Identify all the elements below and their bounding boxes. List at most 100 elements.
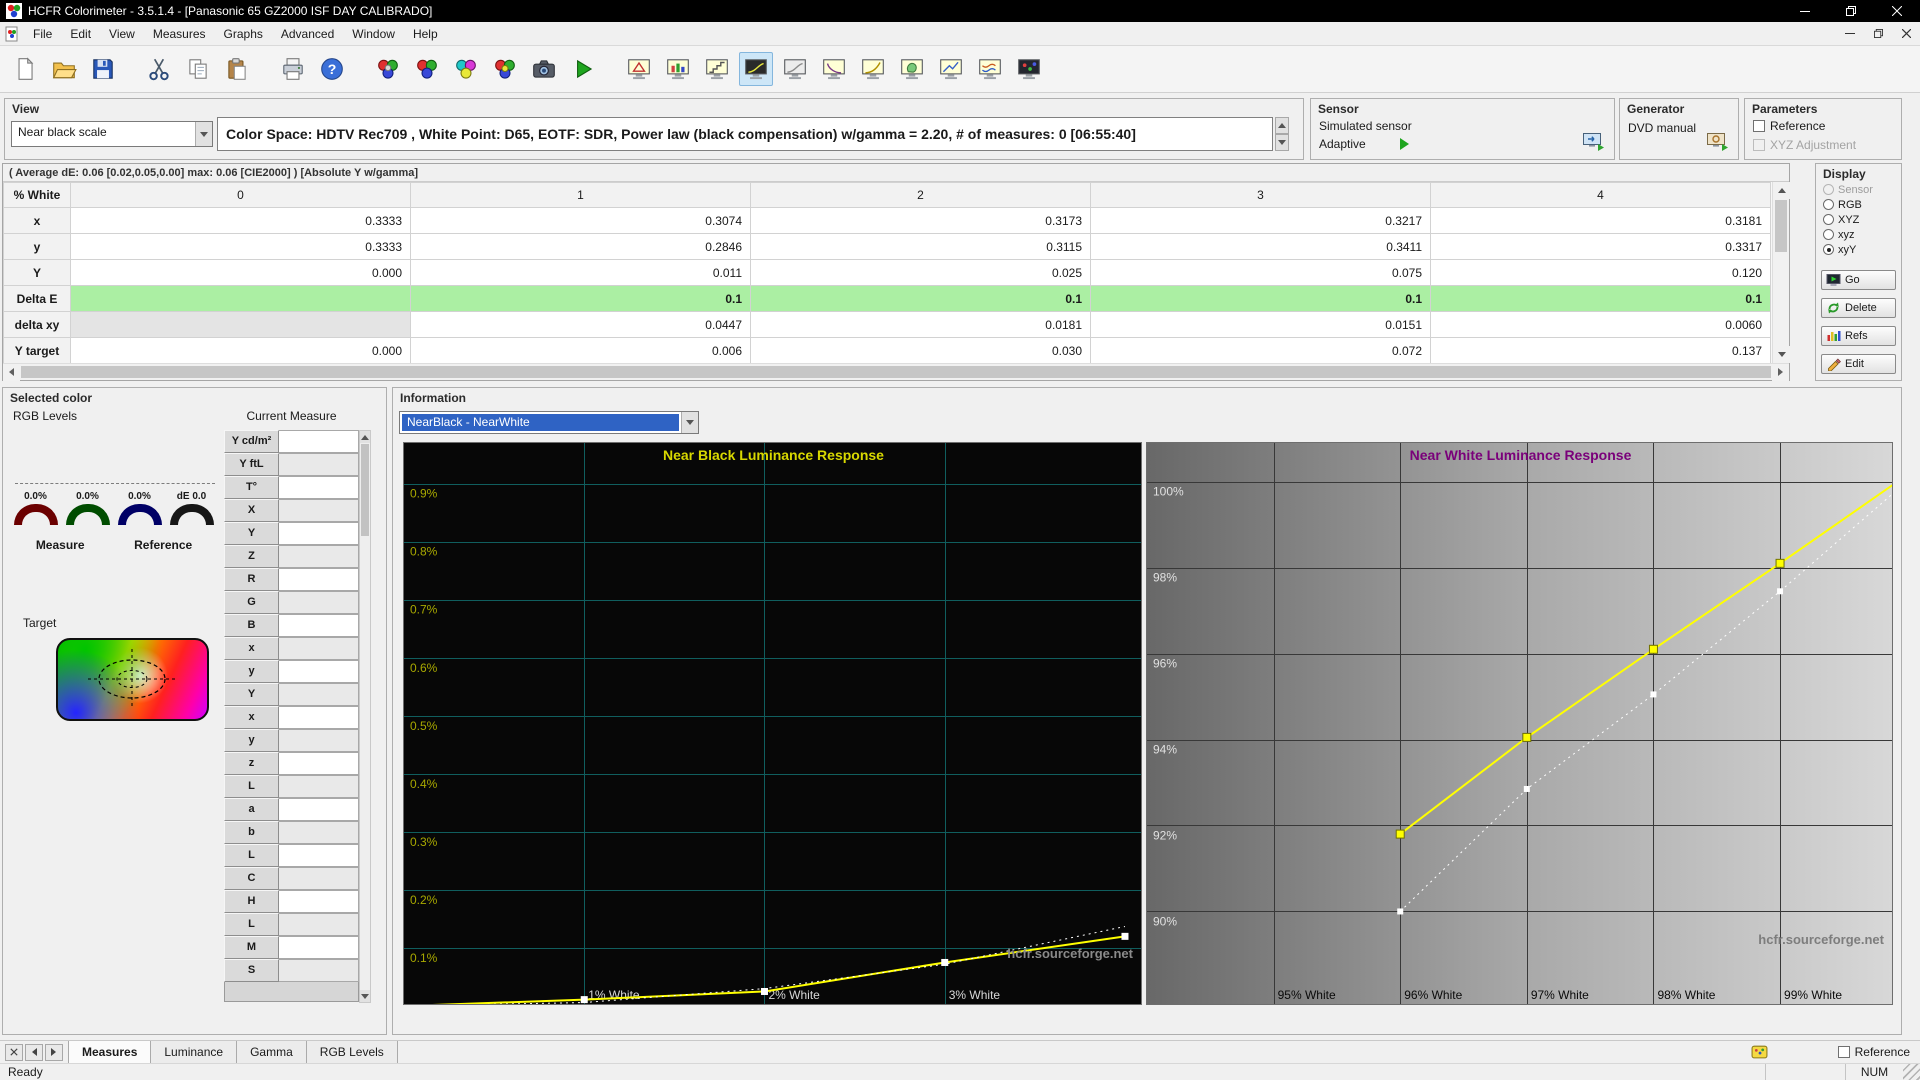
value-cell[interactable]: 0.1 xyxy=(1431,286,1771,312)
value-cell[interactable]: 0.3115 xyxy=(751,234,1091,260)
measure-list-scrollbar[interactable] xyxy=(359,430,371,1003)
new-file-button[interactable] xyxy=(8,52,42,86)
snapshot-button[interactable] xyxy=(527,52,561,86)
value-cell[interactable]: 0.3317 xyxy=(1431,234,1771,260)
restore-button[interactable] xyxy=(1828,0,1874,22)
column-header[interactable]: 3 xyxy=(1091,183,1431,208)
chevron-down-icon[interactable] xyxy=(681,412,698,433)
refs-button[interactable]: Refs xyxy=(1821,326,1896,346)
measure-row-value[interactable] xyxy=(279,706,359,729)
view-cie-button[interactable] xyxy=(895,52,929,86)
radio-xyz[interactable]: XYZ xyxy=(1823,212,1873,227)
vertical-scroll-thumb[interactable] xyxy=(1775,200,1787,252)
info-spinner[interactable] xyxy=(1275,117,1289,151)
measure-row-value[interactable] xyxy=(279,591,359,614)
column-header[interactable]: 1 xyxy=(411,183,751,208)
copy-button[interactable] xyxy=(181,52,215,86)
measure-row-value[interactable] xyxy=(279,890,359,913)
spin-up-icon[interactable] xyxy=(1275,117,1289,134)
view-near-white-button[interactable] xyxy=(778,52,812,86)
value-cell[interactable] xyxy=(71,312,411,338)
view-gamut-button[interactable] xyxy=(622,52,656,86)
value-cell[interactable]: 0.0151 xyxy=(1091,312,1431,338)
view-rgb-levels-button[interactable] xyxy=(661,52,695,86)
measure-row-value[interactable] xyxy=(279,798,359,821)
measure-row-value[interactable] xyxy=(279,775,359,798)
scroll-up-icon[interactable] xyxy=(1773,182,1790,199)
measure-row-value[interactable] xyxy=(279,821,359,844)
measure-row-value[interactable] xyxy=(279,752,359,775)
value-cell[interactable]: 0.1 xyxy=(751,286,1091,312)
value-cell[interactable]: 0.3173 xyxy=(751,208,1091,234)
information-view-select[interactable]: NearBlack - NearWhite xyxy=(399,411,699,434)
minimize-button[interactable] xyxy=(1782,0,1828,22)
view-satluma-button[interactable] xyxy=(934,52,968,86)
measure-row-value[interactable] xyxy=(279,545,359,568)
value-cell[interactable]: 0.025 xyxy=(751,260,1091,286)
edit-button[interactable]: Edit xyxy=(1821,354,1896,374)
value-cell[interactable]: 0.011 xyxy=(411,260,751,286)
value-cell[interactable]: 0.006 xyxy=(411,338,751,364)
measure-scroll-up-icon[interactable] xyxy=(360,431,370,443)
radio-xyz[interactable]: xyz xyxy=(1823,227,1873,242)
tab-scroll-right-button[interactable] xyxy=(45,1044,63,1061)
measure-row-value[interactable] xyxy=(279,522,359,545)
paste-button[interactable] xyxy=(220,52,254,86)
measure-scroll-down-icon[interactable] xyxy=(360,990,370,1002)
measure-row-value[interactable] xyxy=(279,637,359,660)
resize-grip[interactable] xyxy=(1903,1064,1920,1080)
measure-row-value[interactable] xyxy=(279,867,359,890)
column-header[interactable]: 4 xyxy=(1431,183,1771,208)
value-cell[interactable]: 0.1 xyxy=(1091,286,1431,312)
save-button[interactable] xyxy=(86,52,120,86)
view-free-measures-button[interactable] xyxy=(1012,52,1046,86)
radio-rgb[interactable]: RGB xyxy=(1823,197,1873,212)
sensor-settings-button[interactable] xyxy=(1580,129,1606,153)
view-colortemp-button[interactable] xyxy=(973,52,1007,86)
tab-luminance[interactable]: Luminance xyxy=(151,1041,237,1063)
menu-advanced[interactable]: Advanced xyxy=(272,23,343,45)
tab-scroll-left-button[interactable] xyxy=(25,1044,43,1061)
close-button[interactable] xyxy=(1874,0,1920,22)
measure-row-value[interactable] xyxy=(279,844,359,867)
measure-row-value[interactable] xyxy=(279,959,359,982)
value-cell[interactable]: 0.000 xyxy=(71,260,411,286)
menu-file[interactable]: File xyxy=(24,23,61,45)
value-cell[interactable]: 0.137 xyxy=(1431,338,1771,364)
measure-row-value[interactable] xyxy=(279,568,359,591)
value-cell[interactable]: 0.0060 xyxy=(1431,312,1771,338)
value-cell[interactable]: 0.120 xyxy=(1431,260,1771,286)
menu-edit[interactable]: Edit xyxy=(61,23,100,45)
value-cell[interactable]: 0.3181 xyxy=(1431,208,1771,234)
view-gamma-button[interactable] xyxy=(817,52,851,86)
scroll-left-icon[interactable] xyxy=(3,364,20,381)
value-cell[interactable]: 0.3333 xyxy=(71,208,411,234)
view-near-black-button[interactable] xyxy=(739,52,773,86)
menu-graphs[interactable]: Graphs xyxy=(215,23,272,45)
go-button[interactable]: Go xyxy=(1821,270,1896,290)
tab-gamma[interactable]: Gamma xyxy=(237,1041,307,1063)
value-cell[interactable]: 0.072 xyxy=(1091,338,1431,364)
mdi-minimize-button[interactable] xyxy=(1836,22,1864,45)
value-cell[interactable]: 0.0447 xyxy=(411,312,751,338)
horizontal-scroll-thumb[interactable] xyxy=(21,366,1771,378)
value-cell[interactable]: 0.030 xyxy=(751,338,1091,364)
reference-checkbox[interactable]: Reference xyxy=(1753,118,1856,134)
value-cell[interactable]: 0.000 xyxy=(71,338,411,364)
measure-scroll-thumb[interactable] xyxy=(361,444,369,536)
value-cell[interactable]: 0.2846 xyxy=(411,234,751,260)
value-cell[interactable]: 0.0181 xyxy=(751,312,1091,338)
menu-view[interactable]: View xyxy=(100,23,144,45)
value-cell[interactable]: 0.1 xyxy=(411,286,751,312)
table-horizontal-scrollbar[interactable] xyxy=(3,363,1789,380)
value-cell[interactable]: 0.3333 xyxy=(71,234,411,260)
open-file-button[interactable] xyxy=(47,52,81,86)
menu-window[interactable]: Window xyxy=(343,23,404,45)
measure-secondaries-button[interactable] xyxy=(449,52,483,86)
column-header[interactable]: 0 xyxy=(71,183,411,208)
table-vertical-scrollbar[interactable] xyxy=(1772,182,1789,363)
tab-rgb-levels[interactable]: RGB Levels xyxy=(307,1041,398,1063)
measure-row-value[interactable] xyxy=(279,729,359,752)
generator-settings-button[interactable] xyxy=(1704,129,1730,153)
color-settings-icon[interactable] xyxy=(1751,1044,1768,1060)
